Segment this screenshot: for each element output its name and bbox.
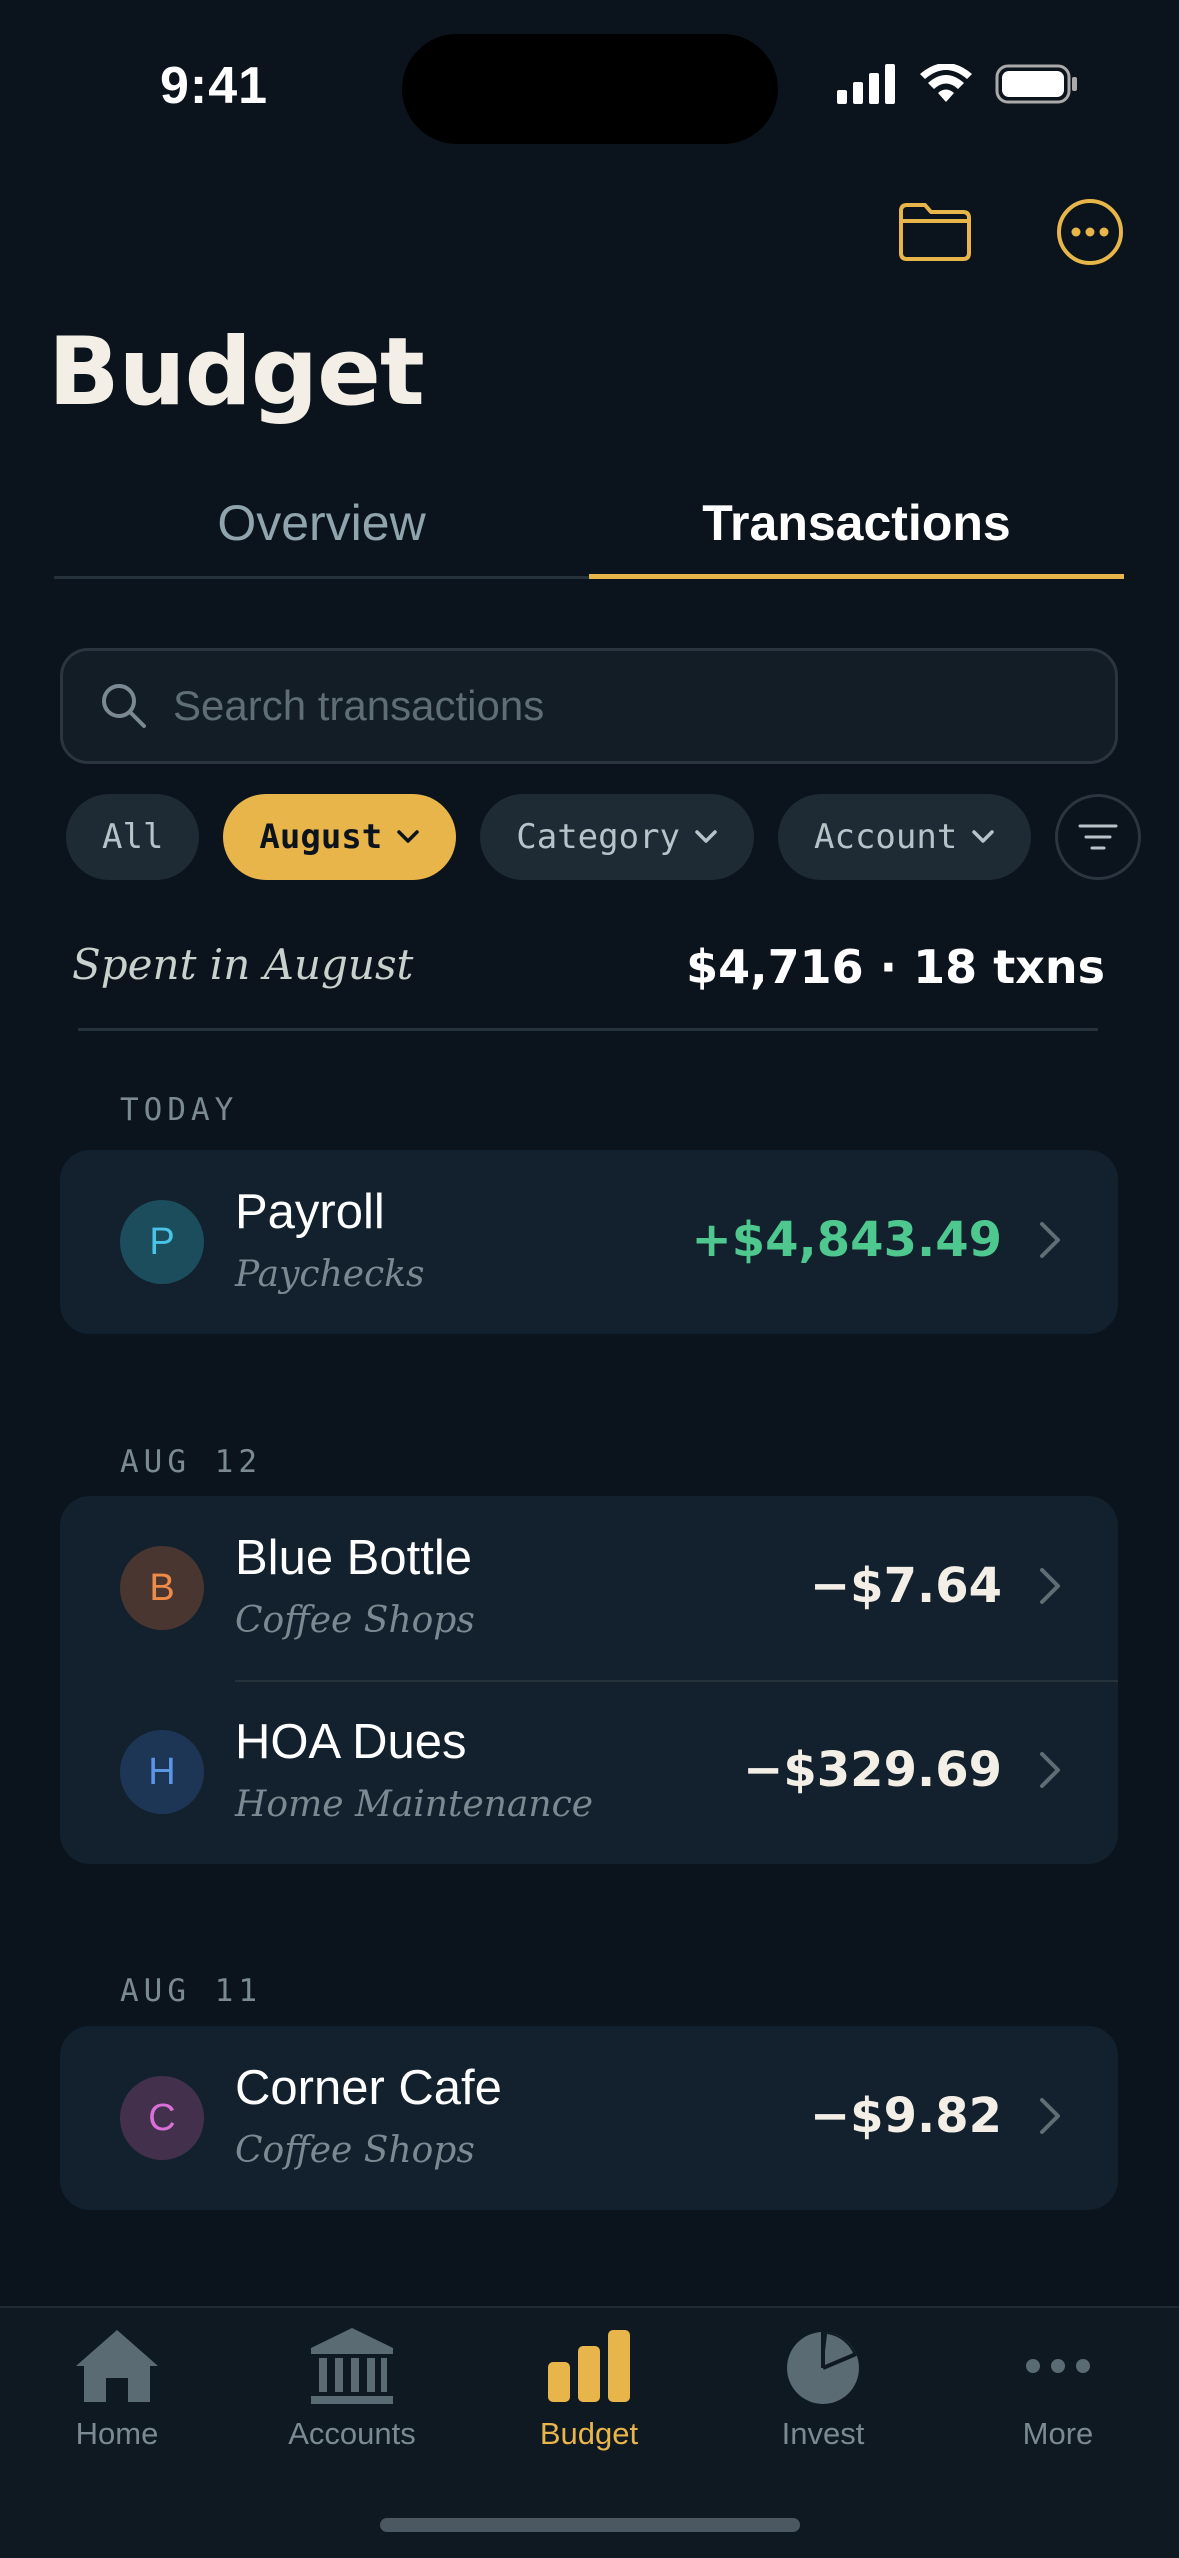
section-label-today: TODAY [120, 1092, 239, 1128]
filter-chip-label: August [259, 817, 383, 857]
search-bar[interactable] [60, 648, 1118, 764]
summary-label: Spent in August [72, 940, 414, 989]
segmented-tabs: Overview Transactions [54, 470, 1124, 579]
transaction-amount: −$7.64 [809, 1558, 1002, 1614]
transaction-merchant: Blue Bottle [235, 1531, 472, 1585]
tabbar-item-accounts[interactable]: Accounts [252, 2326, 452, 2452]
transaction-category: Coffee Shops [235, 2130, 475, 2171]
chevron-down-icon [972, 830, 995, 843]
more-options-button[interactable] [1048, 190, 1132, 274]
home-indicator[interactable] [380, 2518, 800, 2532]
transaction-group-aug-12: B Blue Bottle Coffee Shops −$7.64 H HOA … [60, 1496, 1118, 1864]
tab-transactions[interactable]: Transactions [589, 470, 1124, 579]
chevron-right-icon [1040, 1568, 1060, 1604]
filter-chip-account[interactable]: Account [778, 794, 1032, 880]
filter-chip-month[interactable]: August [223, 794, 457, 880]
avatar: P [120, 1200, 204, 1284]
pie-chart-icon [787, 2332, 859, 2404]
avatar: B [120, 1546, 204, 1630]
tabbar-item-budget[interactable]: Budget [489, 2326, 689, 2452]
transaction-row[interactable]: B Blue Bottle Coffee Shops −$7.64 [60, 1496, 1118, 1680]
transaction-amount: −$9.82 [809, 2088, 1002, 2144]
cellular-signal-icon [837, 64, 895, 104]
tab-overview[interactable]: Overview [54, 470, 589, 576]
tabbar-label: Budget [539, 2416, 639, 2451]
divider [78, 1028, 1098, 1031]
house-icon [76, 2330, 158, 2402]
folder-button[interactable] [893, 190, 977, 274]
filter-chip-label: All [102, 817, 164, 857]
wifi-icon [920, 64, 972, 102]
tabbar-item-invest[interactable]: Invest [723, 2326, 923, 2452]
status-time: 9:41 [160, 57, 269, 115]
filter-chip-label: Account [814, 817, 958, 857]
tabbar-item-home[interactable]: Home [17, 2326, 217, 2452]
chevron-down-icon [695, 830, 717, 843]
folder-icon [899, 203, 971, 261]
transaction-merchant: Corner Cafe [235, 2061, 502, 2115]
bank-icon [311, 2328, 393, 2404]
filter-lines-icon [1078, 824, 1118, 850]
transaction-category: Coffee Shops [235, 1600, 475, 1641]
transaction-group-aug-11: C Corner Cafe Coffee Shops −$9.82 [60, 2026, 1118, 2210]
chevron-right-icon [1040, 1222, 1060, 1258]
tabbar-label: Invest [781, 2416, 865, 2451]
tabbar-label: More [1022, 2416, 1094, 2451]
ellipsis-circle-icon [1057, 199, 1123, 265]
transaction-row[interactable]: H HOA Dues Home Maintenance −$329.69 [60, 1680, 1118, 1864]
battery-icon [995, 64, 1077, 104]
avatar: C [120, 2076, 204, 2160]
filter-chips: All August Category Account [66, 794, 1142, 880]
chevron-right-icon [1040, 2098, 1060, 2134]
transaction-amount: +$4,843.49 [691, 1212, 1002, 1268]
page-title: Budget [48, 318, 425, 427]
transaction-row[interactable]: C Corner Cafe Coffee Shops −$9.82 [60, 2026, 1118, 2210]
tabbar-label: Accounts [288, 2416, 416, 2451]
tabbar-label: Home [75, 2416, 159, 2451]
search-input[interactable] [171, 681, 1075, 731]
chevron-down-icon [397, 830, 419, 843]
search-icon [102, 684, 146, 728]
transaction-amount: −$329.69 [743, 1742, 1002, 1798]
ellipsis-icon [1026, 2359, 1090, 2373]
transaction-merchant: Payroll [235, 1185, 385, 1239]
chevron-right-icon [1040, 1752, 1060, 1788]
transaction-category: Paychecks [235, 1254, 425, 1295]
status-icons [837, 64, 1079, 104]
dynamic-island [402, 34, 778, 144]
avatar: H [120, 1730, 204, 1814]
section-label-aug-11: AUG 11 [120, 1973, 262, 2009]
tabbar-item-more[interactable]: More [958, 2326, 1158, 2452]
transaction-row[interactable]: P Payroll Paychecks +$4,843.49 [60, 1150, 1118, 1334]
filter-chip-category[interactable]: Category [480, 794, 755, 880]
transaction-category: Home Maintenance [235, 1784, 594, 1825]
sort-filter-button[interactable] [1055, 794, 1142, 880]
section-label-aug-12: AUG 12 [120, 1444, 262, 1480]
transaction-group-today: P Payroll Paychecks +$4,843.49 [60, 1150, 1118, 1334]
transaction-merchant: HOA Dues [235, 1715, 467, 1769]
summary-value: $4,716 · 18 txns [686, 940, 1105, 994]
filter-chip-label: Category [516, 817, 681, 857]
filter-chip-all[interactable]: All [66, 794, 200, 880]
bar-chart-icon [548, 2330, 630, 2402]
